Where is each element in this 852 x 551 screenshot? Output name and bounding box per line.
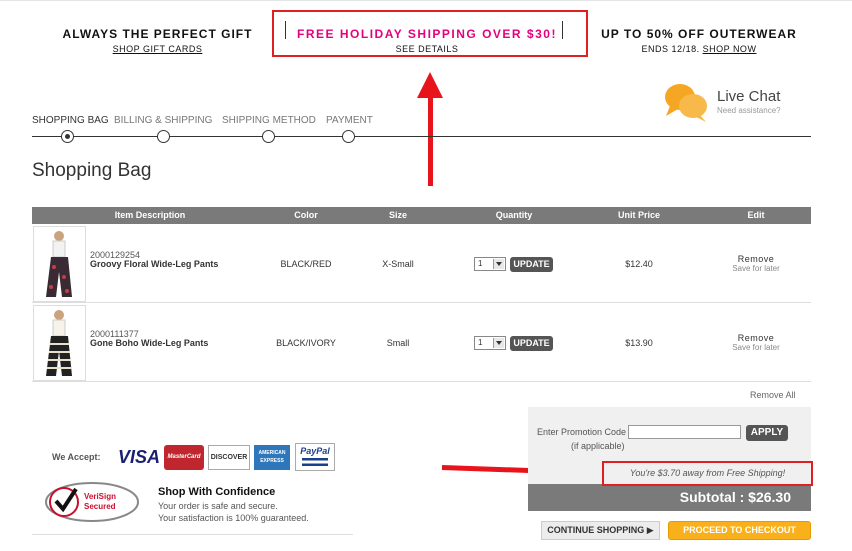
red-arrow-up-shaft — [428, 94, 433, 186]
table-row: 2000111377 Gone Boho Wide-Leg Pants BLAC… — [32, 304, 811, 382]
update-button[interactable]: UPDATE — [510, 257, 553, 272]
outerwear-promo[interactable]: UP TO 50% OFF OUTERWEAR ENDS 12/18. SHOP… — [596, 27, 802, 54]
quantity-value: 1 — [478, 338, 483, 347]
col-item-description: Item Description — [114, 210, 186, 220]
quantity-value: 1 — [478, 259, 483, 268]
product-color: BLACK/RED — [280, 259, 332, 269]
subtotal: Subtotal : $26.30 — [528, 484, 811, 511]
shop-now-link[interactable]: SHOP NOW — [703, 44, 757, 54]
mastercard-logo: MasterCard — [164, 445, 204, 470]
product-name-link[interactable]: Gone Boho Wide-Leg Pants — [90, 338, 208, 348]
verisign-secured-badge[interactable]: VeriSign Secured — [44, 481, 140, 523]
product-size: Small — [386, 338, 410, 348]
product-color: BLACK/IVORY — [276, 338, 336, 348]
we-accept-label: We Accept: — [52, 452, 101, 462]
discover-logo: DISCOVER — [208, 445, 250, 470]
step-dot — [262, 130, 275, 143]
step-billing-shipping: BILLING & SHIPPING — [114, 115, 213, 126]
remove-link[interactable]: Remove — [738, 254, 775, 264]
verisign-line1: VeriSign — [84, 492, 117, 501]
paypal-bars-icon — [302, 458, 328, 466]
promo-highlight-box — [272, 10, 588, 57]
outerwear-title: UP TO 50% OFF OUTERWEAR — [601, 27, 797, 41]
amex-logo: AMERICAN EXPRESS — [254, 445, 290, 470]
apply-button[interactable]: APPLY — [746, 425, 788, 441]
shop-gift-cards-link[interactable]: SHOP GIFT CARDS — [113, 44, 203, 54]
quantity-select[interactable]: 1 — [474, 257, 506, 271]
gift-card-promo[interactable]: ALWAYS THE PERFECT GIFT SHOP GIFT CARDS — [60, 27, 255, 54]
live-chat-subtitle: Need assistance? — [717, 106, 781, 115]
promo-code-sublabel: (if applicable) — [571, 441, 625, 451]
remove-link[interactable]: Remove — [738, 333, 775, 343]
verisign-line2: Secured — [84, 502, 116, 511]
step-payment: PAYMENT — [326, 115, 373, 126]
page-title: Shopping Bag — [32, 160, 152, 181]
chat-bubbles-icon[interactable] — [664, 82, 708, 122]
proceed-to-checkout-button[interactable]: PROCEED TO CHECKOUT — [668, 521, 811, 540]
shop-with-confidence-title: Shop With Confidence — [158, 486, 276, 498]
chevron-down-icon — [493, 259, 504, 269]
confidence-line: Your satisfaction is 100% guaranteed. — [158, 513, 309, 523]
col-color: Color — [294, 210, 318, 220]
continue-shopping-button[interactable]: CONTINUE SHOPPING ▶ — [541, 521, 660, 540]
table-header: Item Description Color Size Quantity Uni… — [32, 207, 811, 224]
gift-card-title: ALWAYS THE PERFECT GIFT — [62, 27, 253, 41]
order-summary-panel: Enter Promotion Code (if applicable) APP… — [528, 407, 813, 511]
chevron-down-icon — [493, 338, 504, 348]
visa-logo: VISA — [118, 447, 161, 467]
product-image-icon — [46, 231, 72, 297]
remove-all-link[interactable]: Remove All — [750, 390, 796, 400]
product-thumbnail[interactable] — [33, 226, 86, 302]
verisign-text: VeriSign Secured — [84, 492, 116, 512]
live-chat-link[interactable]: Live Chat — [717, 88, 780, 105]
save-for-later-link[interactable]: Save for later — [732, 264, 780, 273]
promo-code-label: Enter Promotion Code — [537, 427, 627, 437]
confidence-line: Your order is safe and secure. — [158, 501, 278, 511]
divider — [32, 534, 353, 535]
unit-price: $12.40 — [625, 259, 653, 269]
quantity-select[interactable]: 1 — [474, 336, 506, 350]
col-edit: Edit — [747, 210, 765, 220]
paypal-logo: PayPal — [295, 443, 335, 471]
table-row: 2000129254 Groovy Floral Wide-Leg Pants … — [32, 225, 811, 303]
free-shipping-message: You're $3.70 away from Free Shipping! — [602, 461, 813, 486]
unit-price: $13.90 — [625, 338, 653, 348]
save-for-later-link[interactable]: Save for later — [732, 343, 780, 352]
paypal-logo-text: PayPal — [300, 446, 330, 456]
promo-code-input[interactable] — [628, 425, 741, 439]
col-unit-price: Unit Price — [617, 210, 661, 220]
step-dot-active — [61, 130, 74, 143]
step-dot — [342, 130, 355, 143]
product-size: X-Small — [382, 259, 414, 269]
outerwear-end-date: ENDS 12/18. — [641, 44, 700, 54]
step-shipping-method: SHIPPING METHOD — [222, 115, 316, 126]
product-name-link[interactable]: Groovy Floral Wide-Leg Pants — [90, 259, 218, 269]
checkout-steps-line — [32, 136, 811, 137]
update-button[interactable]: UPDATE — [510, 336, 553, 351]
product-image-icon — [46, 310, 72, 376]
step-dot — [157, 130, 170, 143]
col-size: Size — [388, 210, 408, 220]
step-shopping-bag[interactable]: SHOPPING BAG — [32, 115, 109, 126]
col-quantity: Quantity — [495, 210, 533, 220]
product-thumbnail[interactable] — [33, 305, 86, 381]
